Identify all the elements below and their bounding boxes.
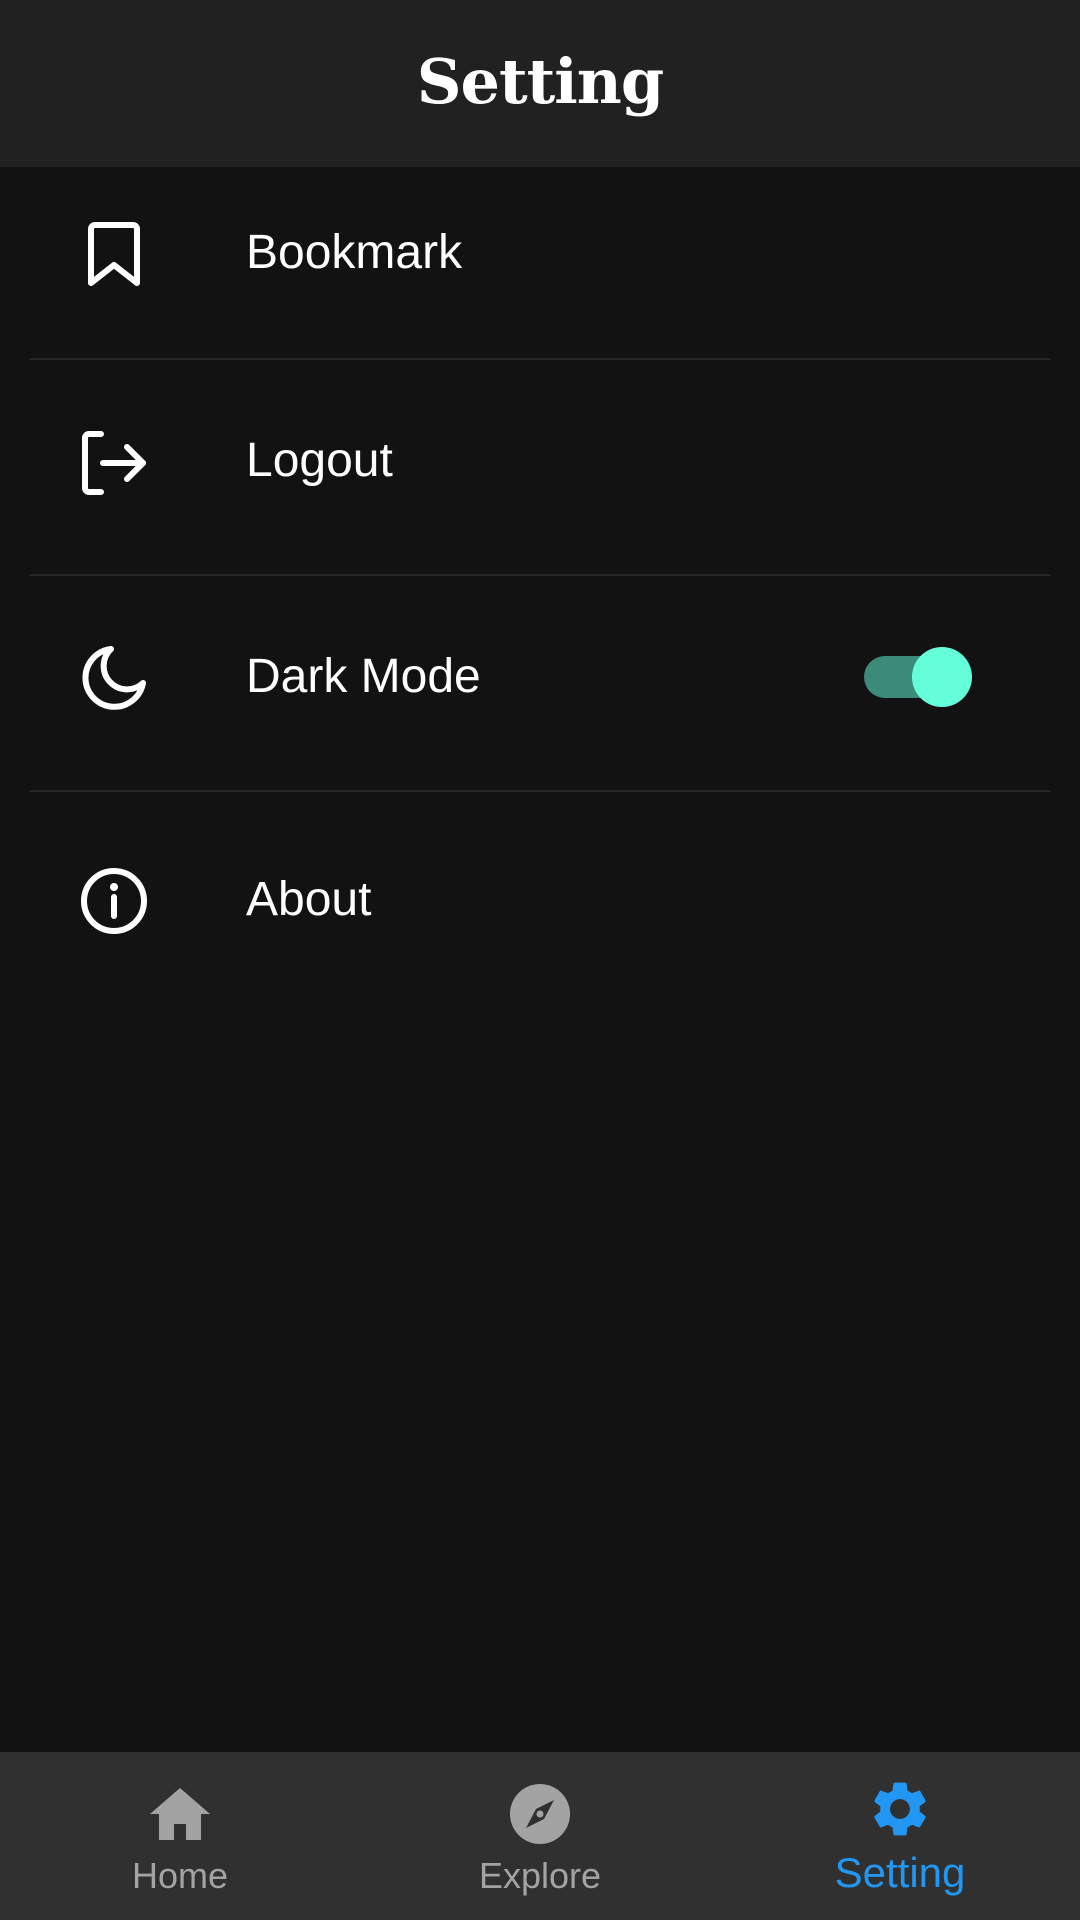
settings-item-logout[interactable]: Logout: [0, 360, 1080, 576]
settings-list: Bookmark Logout Dark Mode About: [0, 167, 1080, 1008]
nav-tab-label: Explore: [478, 1855, 602, 1896]
dark-mode-toggle[interactable]: [862, 647, 974, 707]
settings-screen: Setting Bookmark Logout Dark Mode About …: [0, 0, 1080, 1920]
page-title: Setting: [416, 45, 664, 118]
moon-icon: [79, 643, 149, 713]
bottom-navigation: Home Explore Setting: [0, 1752, 1080, 1920]
settings-item-dark-mode[interactable]: Dark Mode: [0, 576, 1080, 792]
gear-icon: [867, 1776, 933, 1842]
bookmark-icon: [79, 220, 149, 290]
info-icon: [79, 866, 149, 936]
settings-item-label: About: [246, 873, 372, 926]
nav-tab-label: Home: [131, 1855, 229, 1896]
settings-item-bookmark[interactable]: Bookmark: [0, 167, 1080, 360]
compass-icon: [507, 1781, 573, 1847]
nav-tab-explore[interactable]: Explore: [360, 1752, 720, 1920]
nav-tab-home[interactable]: Home: [0, 1752, 360, 1920]
nav-tab-setting[interactable]: Setting: [720, 1752, 1080, 1920]
settings-item-label: Bookmark: [246, 226, 463, 279]
home-icon: [147, 1781, 213, 1847]
settings-item-label: Dark Mode: [246, 650, 481, 703]
app-bar: Setting: [0, 0, 1080, 167]
settings-item-label: Logout: [246, 434, 393, 487]
settings-item-about[interactable]: About: [0, 792, 1080, 1008]
nav-tab-label: Setting: [834, 1849, 966, 1896]
toggle-thumb: [912, 647, 972, 707]
logout-icon: [79, 428, 149, 498]
